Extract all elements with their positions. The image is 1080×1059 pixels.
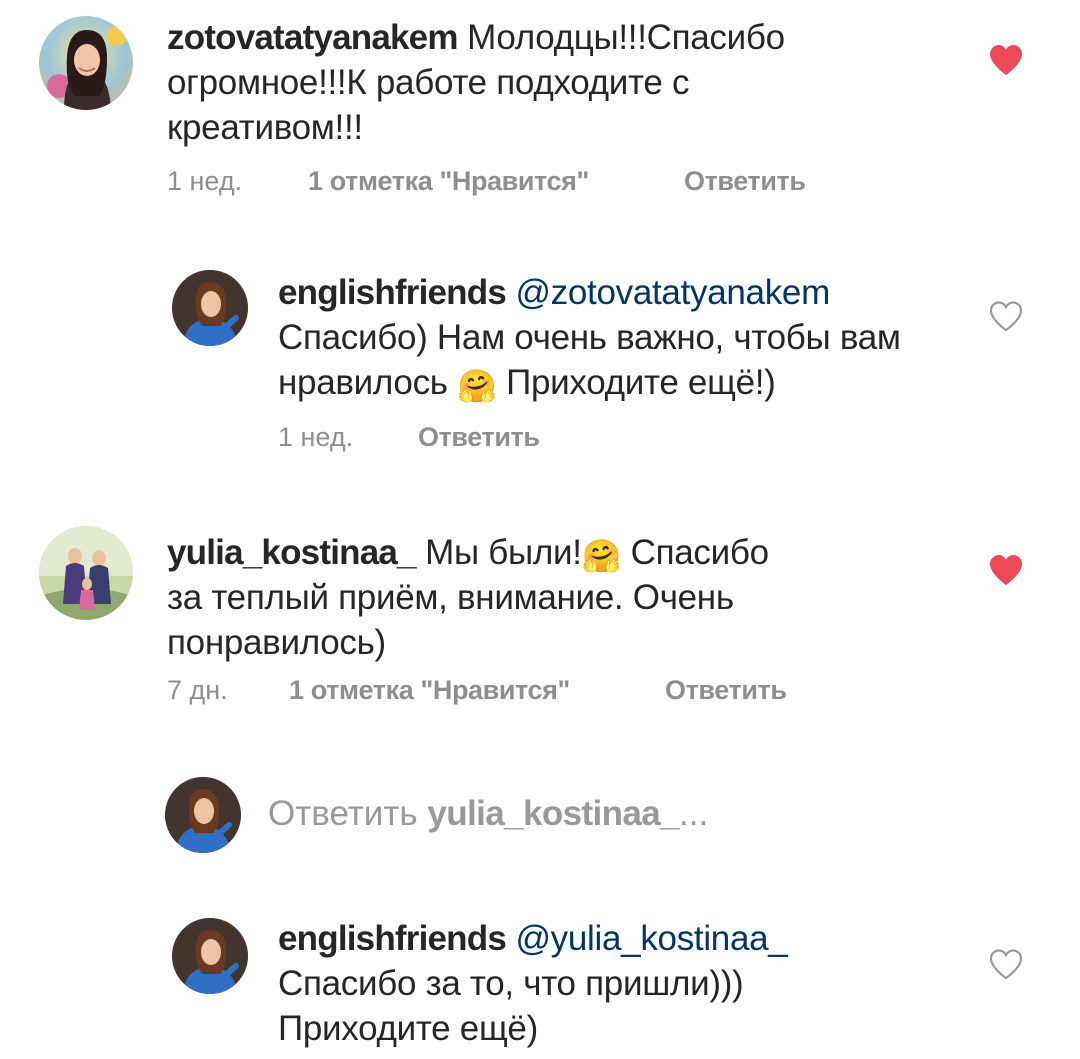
comment-username[interactable]: zotovatatyanakem [167,18,458,57]
comment-username[interactable]: englishfriends [278,273,507,312]
comment-meta: 7 дн. 1 отметка "Нравится" Ответить [167,675,867,707]
reply-composer: Ответить yulia_kostinaa_... [0,770,1080,860]
comment-text-line2: Спасибо за то, что пришли))) [278,964,744,1003]
comment-text-line3: понравилось) [167,623,386,662]
comment-text: yulia_kostinaa_ Мы были!🤗 Спасибо за теп… [167,530,987,665]
avatar[interactable] [172,918,248,994]
reply-input-prefix: Ответить [268,794,428,833]
comment-text: zotovatatyanakem Молодцы!!!Спасибо огром… [167,15,987,150]
comment-text: englishfriends @zotovatatyanakem Спасибо… [278,270,978,405]
comment-text-line3: креативом!!! [167,108,363,147]
reply-button[interactable]: Ответить [418,422,540,453]
reply-input-target: yulia_kostinaa_ [427,794,680,833]
comment-reply-englishfriends-1: englishfriends @zotovatatyanakem Спасибо… [0,250,1080,470]
comment-likes-count[interactable]: 1 отметка "Нравится" [289,675,570,706]
comment-meta: 1 нед. Ответить [278,422,678,454]
comment-text-line2: огромное!!!К работе подходите с [167,63,690,102]
heart-filled-icon[interactable] [988,44,1024,76]
avatar[interactable] [39,16,133,110]
comment-text-line2: Спасибо) Нам очень важно, чтобы вам [278,318,901,357]
comment-time: 7 дн. [167,675,228,705]
comment-meta: 1 нед. 1 отметка "Нравится" Ответить [167,166,867,198]
reply-button[interactable]: Ответить [665,675,787,706]
comment-text-line1: Молодцы!!!Спасибо [457,18,785,57]
reply-input[interactable]: Ответить yulia_kostinaa_... [268,794,708,834]
comment-text-line3: Приходите ещё) [278,1009,538,1048]
comment-time: 1 нед. [278,422,354,452]
comment-text-line1a: Мы были! [415,533,582,572]
comment-yulia-kostinaa: yulia_kostinaa_ Мы были!🤗 Спасибо за теп… [0,510,1080,730]
comment-username[interactable]: englishfriends [278,919,507,958]
comment-text: englishfriends @yulia_kostinaa_ Спасибо … [278,916,978,1051]
comment-text-line2: за теплый приём, внимание. Очень [167,578,734,617]
comment-zotovatatyanakem: zotovatatyanakem Молодцы!!!Спасибо огром… [0,0,1080,220]
comment-time: 1 нед. [167,166,243,196]
hugging-face-emoji-icon: 🤗 [581,538,622,574]
avatar [165,777,241,853]
hugging-face-emoji-icon: 🤗 [457,368,497,404]
comment-reply-englishfriends-2: englishfriends @yulia_kostinaa_ Спасибо … [0,900,1080,1059]
reply-input-ellipsis: ... [679,794,709,833]
comment-likes-count[interactable]: 1 отметка "Нравится" [308,166,589,197]
heart-outline-icon[interactable] [988,300,1024,332]
comment-text-line3a: нравилось [278,363,458,402]
comment-text-line1b: Спасибо [621,533,769,572]
heart-outline-icon[interactable] [988,948,1024,980]
avatar[interactable] [39,526,133,620]
comment-mention[interactable]: @yulia_kostinaa_ [515,919,787,958]
comment-text-line3b: Приходите ещё!) [496,363,776,402]
heart-filled-icon[interactable] [988,554,1024,586]
avatar[interactable] [172,270,248,346]
comment-username[interactable]: yulia_kostinaa_ [167,533,417,572]
comment-mention[interactable]: @zotovatatyanakem [515,273,830,312]
reply-button[interactable]: Ответить [684,166,806,197]
